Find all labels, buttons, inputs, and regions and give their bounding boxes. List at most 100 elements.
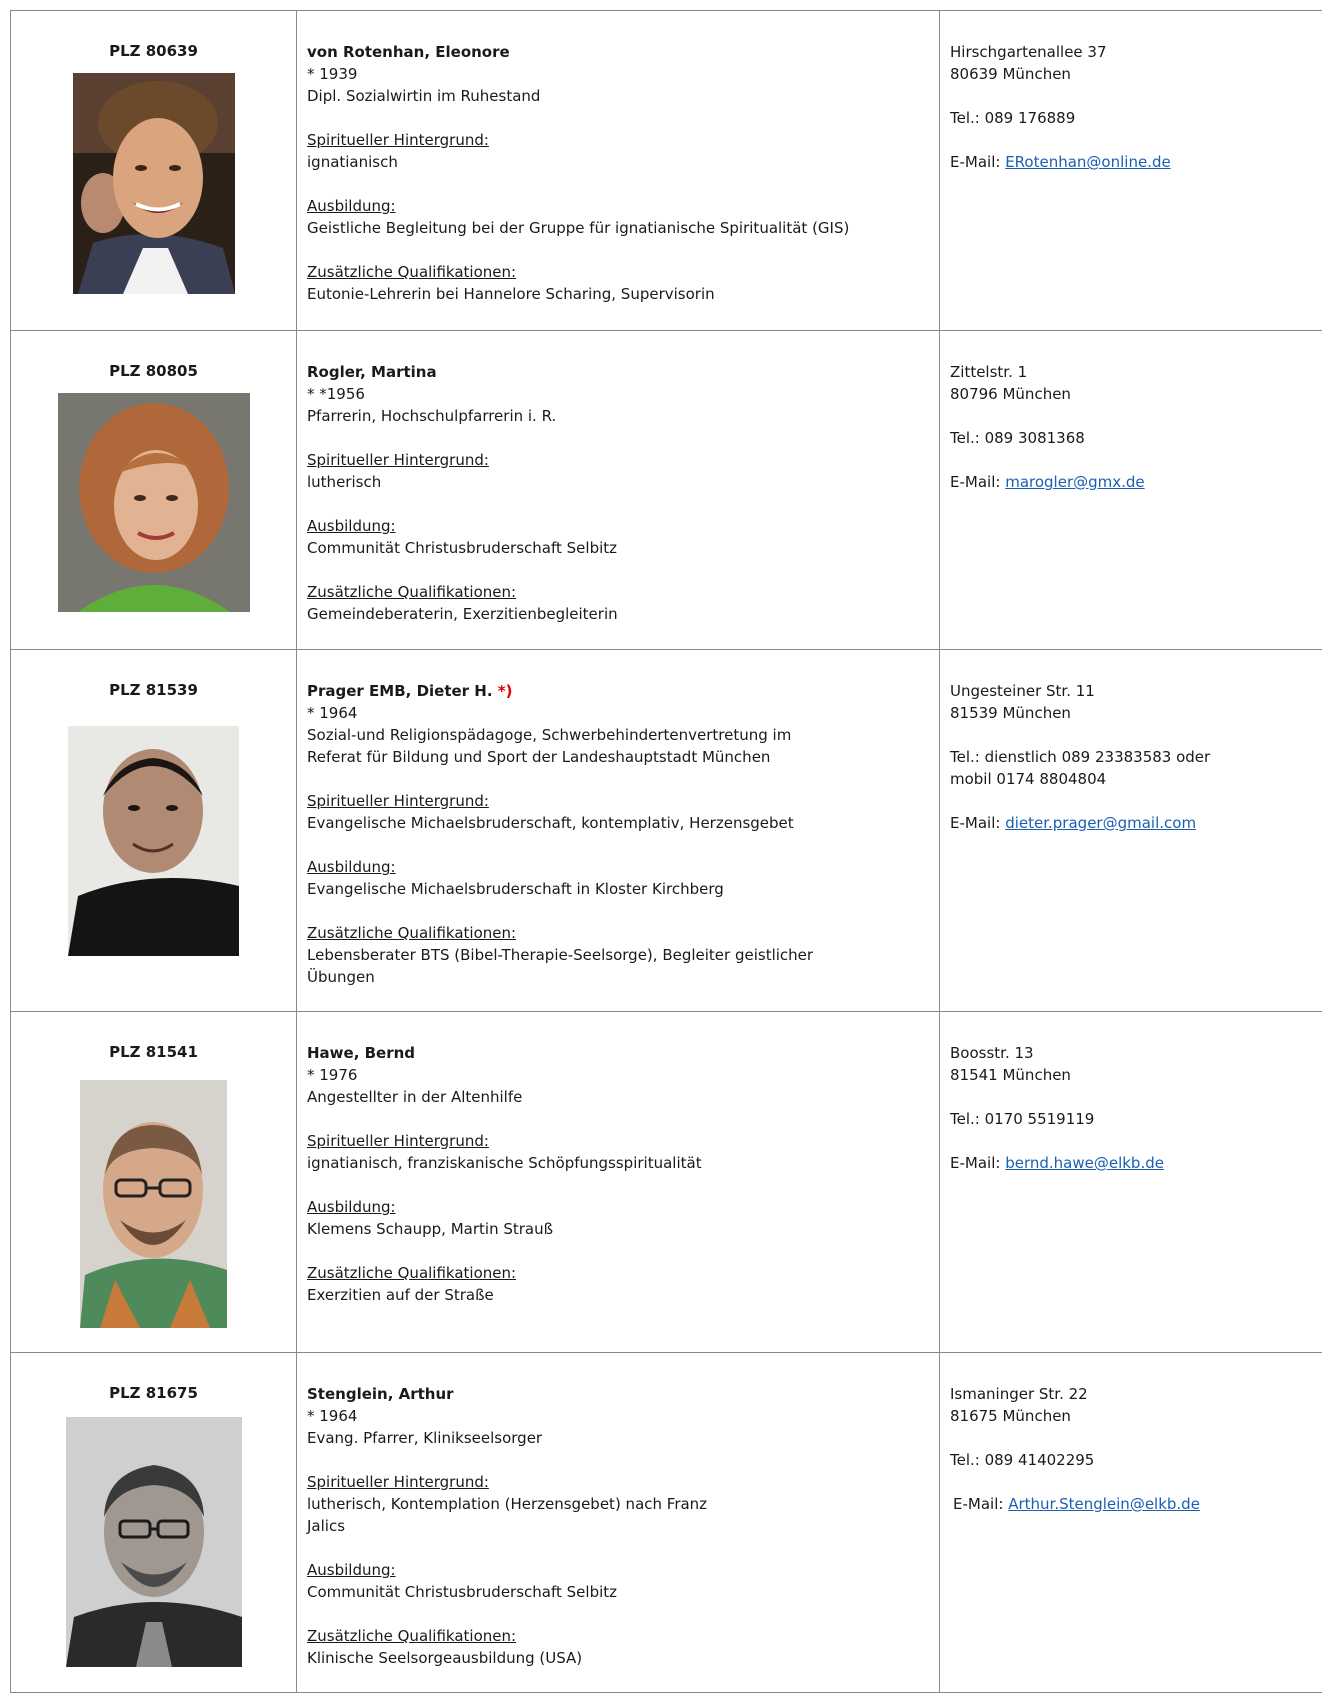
portrait-photo <box>80 1080 227 1328</box>
email-line: E-Mail: marogler@gmx.de <box>950 471 1322 493</box>
spiritual-background-label: Spiritueller Hintergrund: <box>307 129 939 151</box>
profession-line-1: Sozial-und Religionspädagoge, Schwerbehi… <box>307 724 939 746</box>
city: 81675 München <box>950 1405 1322 1427</box>
contact-cell: Ismaninger Str. 22 81675 München Tel.: 0… <box>940 1353 1322 1693</box>
training-label: Ausbildung: <box>307 1196 939 1218</box>
qualifications-line-2: Übungen <box>307 966 939 988</box>
phone-line-2: mobil 0174 8804804 <box>950 768 1322 790</box>
training-label: Ausbildung: <box>307 515 939 537</box>
person-details-cell: Hawe, Bernd * 1976 Angestellter in der A… <box>297 1012 940 1353</box>
spiritual-background-label: Spiritueller Hintergrund: <box>307 1471 939 1493</box>
contact-cell: Ungesteiner Str. 11 81539 München Tel.: … <box>940 650 1322 1012</box>
profession: Angestellter in der Altenhilfe <box>307 1086 939 1108</box>
city: 80796 München <box>950 383 1322 405</box>
email-line: E-Mail: dieter.prager@gmail.com <box>950 812 1322 834</box>
photo-cell: PLZ 81539 <box>11 650 297 1012</box>
birth-year: * 1964 <box>307 702 939 724</box>
email-link[interactable]: ERotenhan@online.de <box>1005 153 1171 171</box>
training: Communität Christusbruderschaft Selbitz <box>307 1581 939 1603</box>
qualifications: Exerzitien auf der Straße <box>307 1284 939 1306</box>
qualifications-label: Zusätzliche Qualifikationen: <box>307 1625 939 1647</box>
portrait-photo <box>73 73 235 294</box>
email-link[interactable]: dieter.prager@gmail.com <box>1005 814 1196 832</box>
email-line: E-Mail: bernd.hawe@elkb.de <box>950 1152 1322 1174</box>
birth-year: * 1964 <box>307 1405 939 1427</box>
email-prefix: E-Mail: <box>950 1154 1000 1172</box>
table-row: PLZ 81541 Hawe, Bernd * 1976 A <box>11 1012 1322 1353</box>
contact-cell: Hirschgartenallee 37 80639 München Tel.:… <box>940 11 1322 331</box>
qualifications-label: Zusätzliche Qualifikationen: <box>307 1262 939 1284</box>
person-name: Hawe, Bernd <box>307 1042 939 1064</box>
spiritual-background: Evangelische Michaelsbruderschaft, konte… <box>307 812 939 834</box>
email-link[interactable]: Arthur.Stenglein@elkb.de <box>1008 1495 1200 1513</box>
person-details-cell: Prager EMB, Dieter H. *) * 1964 Sozial-u… <box>297 650 940 1012</box>
street-address: Hirschgartenallee 37 <box>950 41 1322 63</box>
phone: Tel.: 089 3081368 <box>950 427 1322 449</box>
person-name-text: Prager EMB, Dieter H. <box>307 682 493 700</box>
qualifications-line-1: Lebensberater BTS (Bibel-Therapie-Seelso… <box>307 944 939 966</box>
street-address: Ungesteiner Str. 11 <box>950 680 1322 702</box>
street-address: Boosstr. 13 <box>950 1042 1322 1064</box>
photo-cell: PLZ 80639 <box>11 11 297 331</box>
postal-code: PLZ 81539 <box>11 680 296 700</box>
spiritual-background-line-2: Jalics <box>307 1515 939 1537</box>
postal-code: PLZ 80639 <box>11 41 296 61</box>
postal-code: PLZ 81675 <box>11 1383 296 1403</box>
email-prefix: E-Mail: <box>950 473 1000 491</box>
photo-cell: PLZ 81541 <box>11 1012 297 1353</box>
email-prefix: E-Mail: <box>953 1495 1003 1513</box>
qualifications: Klinische Seelsorgeausbildung (USA) <box>307 1647 939 1669</box>
qualifications-label: Zusätzliche Qualifikationen: <box>307 922 939 944</box>
phone-line-1: Tel.: dienstlich 089 23383583 oder <box>950 746 1322 768</box>
training-label: Ausbildung: <box>307 856 939 878</box>
profession: Evang. Pfarrer, Klinikseelsorger <box>307 1427 939 1449</box>
email-link[interactable]: marogler@gmx.de <box>1005 473 1144 491</box>
contact-directory-table: PLZ 80639 von Rotenhan, Eleonor <box>10 10 1322 1693</box>
birth-year: * 1939 <box>307 63 939 85</box>
email-line: E-Mail: Arthur.Stenglein@elkb.de <box>950 1493 1322 1515</box>
spiritual-background: ignatianisch <box>307 151 939 173</box>
qualifications: Gemeindeberaterin, Exerzitienbegleiterin <box>307 603 939 625</box>
profession-line-2: Referat für Bildung und Sport der Landes… <box>307 746 939 768</box>
person-details-cell: Stenglein, Arthur * 1964 Evang. Pfarrer,… <box>297 1353 940 1693</box>
city: 80639 München <box>950 63 1322 85</box>
spiritual-background-label: Spiritueller Hintergrund: <box>307 790 939 812</box>
photo-cell: PLZ 80805 <box>11 331 297 650</box>
spiritual-background-label: Spiritueller Hintergrund: <box>307 449 939 471</box>
person-details-cell: von Rotenhan, Eleonore * 1939 Dipl. Sozi… <box>297 11 940 331</box>
phone: Tel.: 0170 5519119 <box>950 1108 1322 1130</box>
city: 81541 München <box>950 1064 1322 1086</box>
portrait-photo <box>66 1417 242 1667</box>
profession: Pfarrerin, Hochschulpfarrerin i. R. <box>307 405 939 427</box>
training: Communität Christusbruderschaft Selbitz <box>307 537 939 559</box>
postal-code: PLZ 80805 <box>11 361 296 381</box>
street-address: Ismaninger Str. 22 <box>950 1383 1322 1405</box>
phone: Tel.: 089 176889 <box>950 107 1322 129</box>
table-row: PLZ 80805 Rogler, Martina * *1956 Pfarre… <box>11 331 1322 650</box>
contact-cell: Boosstr. 13 81541 München Tel.: 0170 551… <box>940 1012 1322 1353</box>
contact-cell: Zittelstr. 1 80796 München Tel.: 089 308… <box>940 331 1322 650</box>
email-line: E-Mail: ERotenhan@online.de <box>950 151 1322 173</box>
training: Geistliche Begleitung bei der Gruppe für… <box>307 217 939 239</box>
spiritual-background-line-1: lutherisch, Kontemplation (Herzensgebet)… <box>307 1493 939 1515</box>
directory-page: PLZ 80639 von Rotenhan, Eleonor <box>10 10 1322 1693</box>
training-label: Ausbildung: <box>307 1559 939 1581</box>
email-prefix: E-Mail: <box>950 153 1000 171</box>
profession: Dipl. Sozialwirtin im Ruhestand <box>307 85 939 107</box>
spiritual-background: ignatianisch, franziskanische Schöpfungs… <box>307 1152 939 1174</box>
email-prefix: E-Mail: <box>950 814 1000 832</box>
qualifications: Eutonie-Lehrerin bei Hannelore Scharing,… <box>307 283 939 305</box>
photo-cell: PLZ 81675 <box>11 1353 297 1693</box>
qualifications-label: Zusätzliche Qualifikationen: <box>307 261 939 283</box>
birth-year: * 1976 <box>307 1064 939 1086</box>
training-label: Ausbildung: <box>307 195 939 217</box>
postal-code: PLZ 81541 <box>11 1042 296 1062</box>
city: 81539 München <box>950 702 1322 724</box>
street-address: Zittelstr. 1 <box>950 361 1322 383</box>
table-row: PLZ 80639 von Rotenhan, Eleonor <box>11 11 1322 331</box>
phone: Tel.: 089 41402295 <box>950 1449 1322 1471</box>
email-link[interactable]: bernd.hawe@elkb.de <box>1005 1154 1164 1172</box>
person-name: Rogler, Martina <box>307 361 939 383</box>
person-details-cell: Rogler, Martina * *1956 Pfarrerin, Hochs… <box>297 331 940 650</box>
table-row: PLZ 81539 Prager EMB, Dieter H. *) * 196… <box>11 650 1322 1012</box>
